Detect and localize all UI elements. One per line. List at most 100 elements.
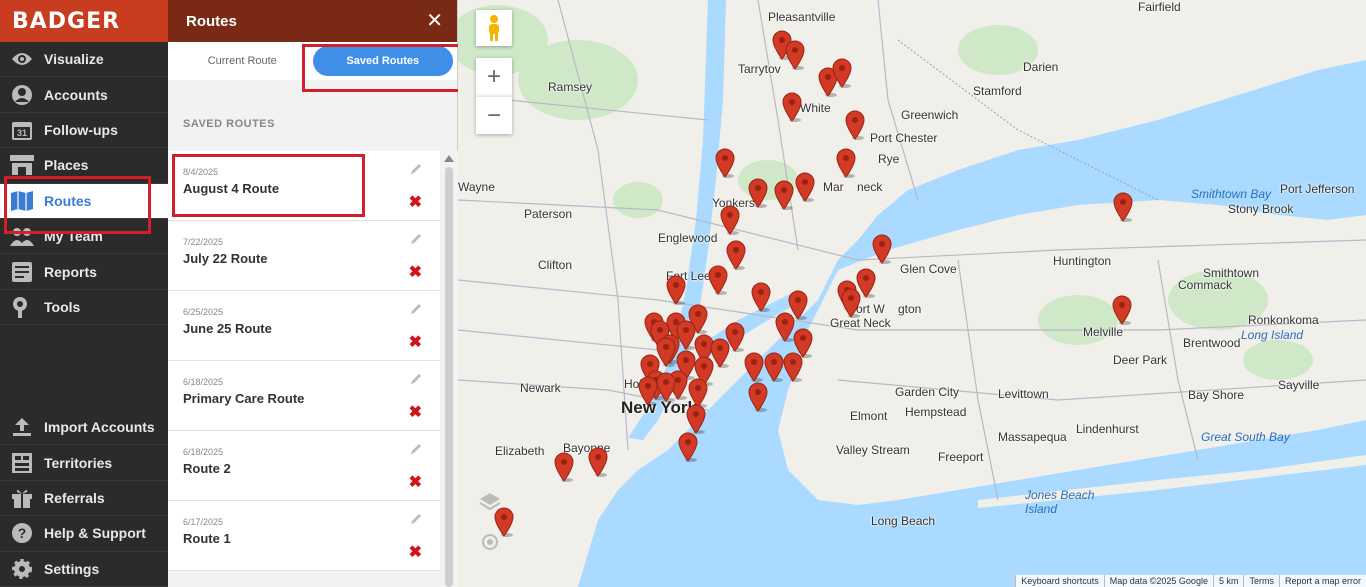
map-footer-item: 5 km (1212, 575, 1244, 587)
map-marker-icon[interactable] (871, 234, 893, 264)
map-marker-icon[interactable] (784, 40, 806, 70)
map-label-melville: Melville (1083, 325, 1124, 339)
edit-pencil-icon[interactable] (410, 163, 422, 175)
delete-icon[interactable]: ✖ (409, 265, 422, 281)
map-marker-icon[interactable] (747, 382, 769, 412)
street-view-icon[interactable] (476, 10, 512, 46)
nav-top: Visualize Accounts 31 Follow-ups Places Route… (0, 42, 168, 326)
saved-route-item[interactable]: 6/17/2025 Route 1 ✖ (168, 501, 440, 571)
map-label-englewood: Englewood (658, 231, 718, 245)
map-marker-icon[interactable] (794, 172, 816, 202)
sidebar-item-routes[interactable]: Routes (0, 183, 168, 219)
map-view[interactable]: Pleasantville Fairfield Tarrytov Ramsey Dari… (458, 0, 1366, 587)
map-label-paterson: Paterson (524, 207, 573, 221)
map-marker-icon[interactable] (719, 205, 741, 235)
sidebar-item-places[interactable]: Places (0, 148, 168, 184)
main-sidebar: BADGER Visualize Accounts 31 Follow-ups Plac… (0, 0, 168, 587)
svg-text:31: 31 (17, 128, 27, 138)
saved-route-item[interactable]: 6/18/2025 Primary Care Route ✖ (168, 361, 440, 431)
sidebar-item-label: Settings (44, 560, 100, 577)
saved-route-item[interactable]: 6/25/2025 June 25 Route ✖ (168, 291, 440, 361)
map-marker-icon[interactable] (685, 404, 707, 434)
map-footer-item[interactable]: Terms (1243, 575, 1279, 587)
map-marker-icon[interactable] (707, 265, 729, 295)
sidebar-item-referrals[interactable]: Referrals (0, 481, 168, 517)
map-label-darien: Darien (1023, 60, 1059, 74)
map-marker-icon[interactable] (1111, 295, 1133, 325)
edit-pencil-icon[interactable] (410, 303, 422, 315)
close-icon[interactable]: ✕ (426, 11, 443, 31)
delete-icon[interactable]: ✖ (409, 545, 422, 561)
sidebar-item-settings[interactable]: Settings (0, 552, 168, 587)
map-footer-item[interactable]: Map data ©2025 Google (1103, 575, 1213, 587)
badger-logo[interactable]: BADGER (0, 0, 168, 42)
route-name: Route 1 (183, 531, 231, 546)
map-label-clifton: Clifton (538, 258, 573, 272)
my-location-icon[interactable] (478, 530, 502, 554)
map-marker-icon[interactable] (840, 288, 862, 318)
tools-icon (10, 295, 34, 319)
map-marker-icon[interactable] (781, 92, 803, 122)
map-footer-item[interactable]: Keyboard shortcuts (1015, 575, 1104, 587)
map-marker-icon[interactable] (637, 376, 659, 406)
map-label-great-south-bay: Great South Bay (1201, 430, 1290, 444)
saved-route-item[interactable]: 6/18/2025 Route 2 ✖ (168, 431, 440, 501)
sidebar-item-label: Follow-ups (44, 121, 118, 138)
sidebar-item-visualize[interactable]: Visualize (0, 42, 168, 78)
map-label-glen-cove: Glen Cove (900, 262, 957, 276)
map-label-commack: Commack (1178, 278, 1233, 292)
map-marker-icon[interactable] (844, 110, 866, 140)
map-label-ronkonkoma: Ronkonkoma (1248, 313, 1319, 327)
saved-route-item[interactable]: 8/4/2025 August 4 Route ✖ (168, 151, 440, 221)
edit-pencil-icon[interactable] (410, 513, 422, 525)
map-label-newark: Newark (520, 381, 561, 395)
delete-icon[interactable]: ✖ (409, 475, 422, 491)
map-marker-icon[interactable] (553, 452, 575, 482)
map-marker-icon[interactable] (747, 178, 769, 208)
route-name: August 4 Route (183, 181, 280, 196)
delete-icon[interactable]: ✖ (409, 335, 422, 351)
edit-pencil-icon[interactable] (410, 373, 422, 385)
scroll-up-icon[interactable] (444, 155, 454, 162)
sidebar-item-reports[interactable]: Reports (0, 254, 168, 290)
zoom-out-button[interactable]: − (476, 96, 512, 134)
gift-icon (10, 486, 34, 510)
map-label-elmont: Elmont (850, 409, 888, 423)
layers-icon[interactable] (478, 490, 502, 514)
delete-icon[interactable]: ✖ (409, 195, 422, 211)
svg-text:?: ? (18, 525, 27, 541)
map-marker-icon[interactable] (750, 282, 772, 312)
sidebar-item-follow-ups[interactable]: 31 Follow-ups (0, 113, 168, 149)
tab-saved-routes[interactable]: Saved Routes (312, 46, 453, 76)
map-marker-icon[interactable] (1112, 192, 1134, 222)
sidebar-item-import-accounts[interactable]: Import Accounts (0, 410, 168, 446)
sidebar-item-my-team[interactable]: My Team (0, 219, 168, 255)
sidebar-item-help-support[interactable]: ? Help & Support (0, 516, 168, 552)
sidebar-item-tools[interactable]: Tools (0, 290, 168, 326)
zoom-in-button[interactable]: + (476, 58, 512, 96)
scrollbar-thumb[interactable] (445, 167, 453, 587)
reports-icon (10, 260, 34, 284)
map-marker-icon[interactable] (773, 180, 795, 210)
delete-icon[interactable]: ✖ (409, 405, 422, 421)
map-marker-icon[interactable] (714, 148, 736, 178)
map-marker-icon[interactable] (792, 328, 814, 358)
map-marker-icon[interactable] (835, 148, 857, 178)
edit-pencil-icon[interactable] (410, 443, 422, 455)
sidebar-item-accounts[interactable]: Accounts (0, 77, 168, 113)
map-label-port-chester: Port Chester (870, 131, 938, 145)
saved-route-item[interactable]: 7/22/2025 July 22 Route ✖ (168, 221, 440, 291)
edit-pencil-icon[interactable] (410, 233, 422, 245)
map-marker-icon[interactable] (587, 447, 609, 477)
map-marker-icon[interactable] (665, 275, 687, 305)
map-marker-icon[interactable] (831, 58, 853, 88)
panel-title: Routes (186, 12, 237, 30)
map-label-pleasantville: Pleasantville (768, 10, 836, 24)
tab-current-route[interactable]: Current Route (172, 46, 313, 76)
route-list-scrollbar[interactable] (440, 151, 458, 587)
map-marker-icon[interactable] (743, 352, 765, 382)
map-marker-icon[interactable] (677, 432, 699, 462)
sidebar-item-territories[interactable]: Territories (0, 445, 168, 481)
map-label-mamaroneck: Mar neck (823, 180, 883, 194)
map-footer-item[interactable]: Report a map error (1278, 575, 1366, 587)
